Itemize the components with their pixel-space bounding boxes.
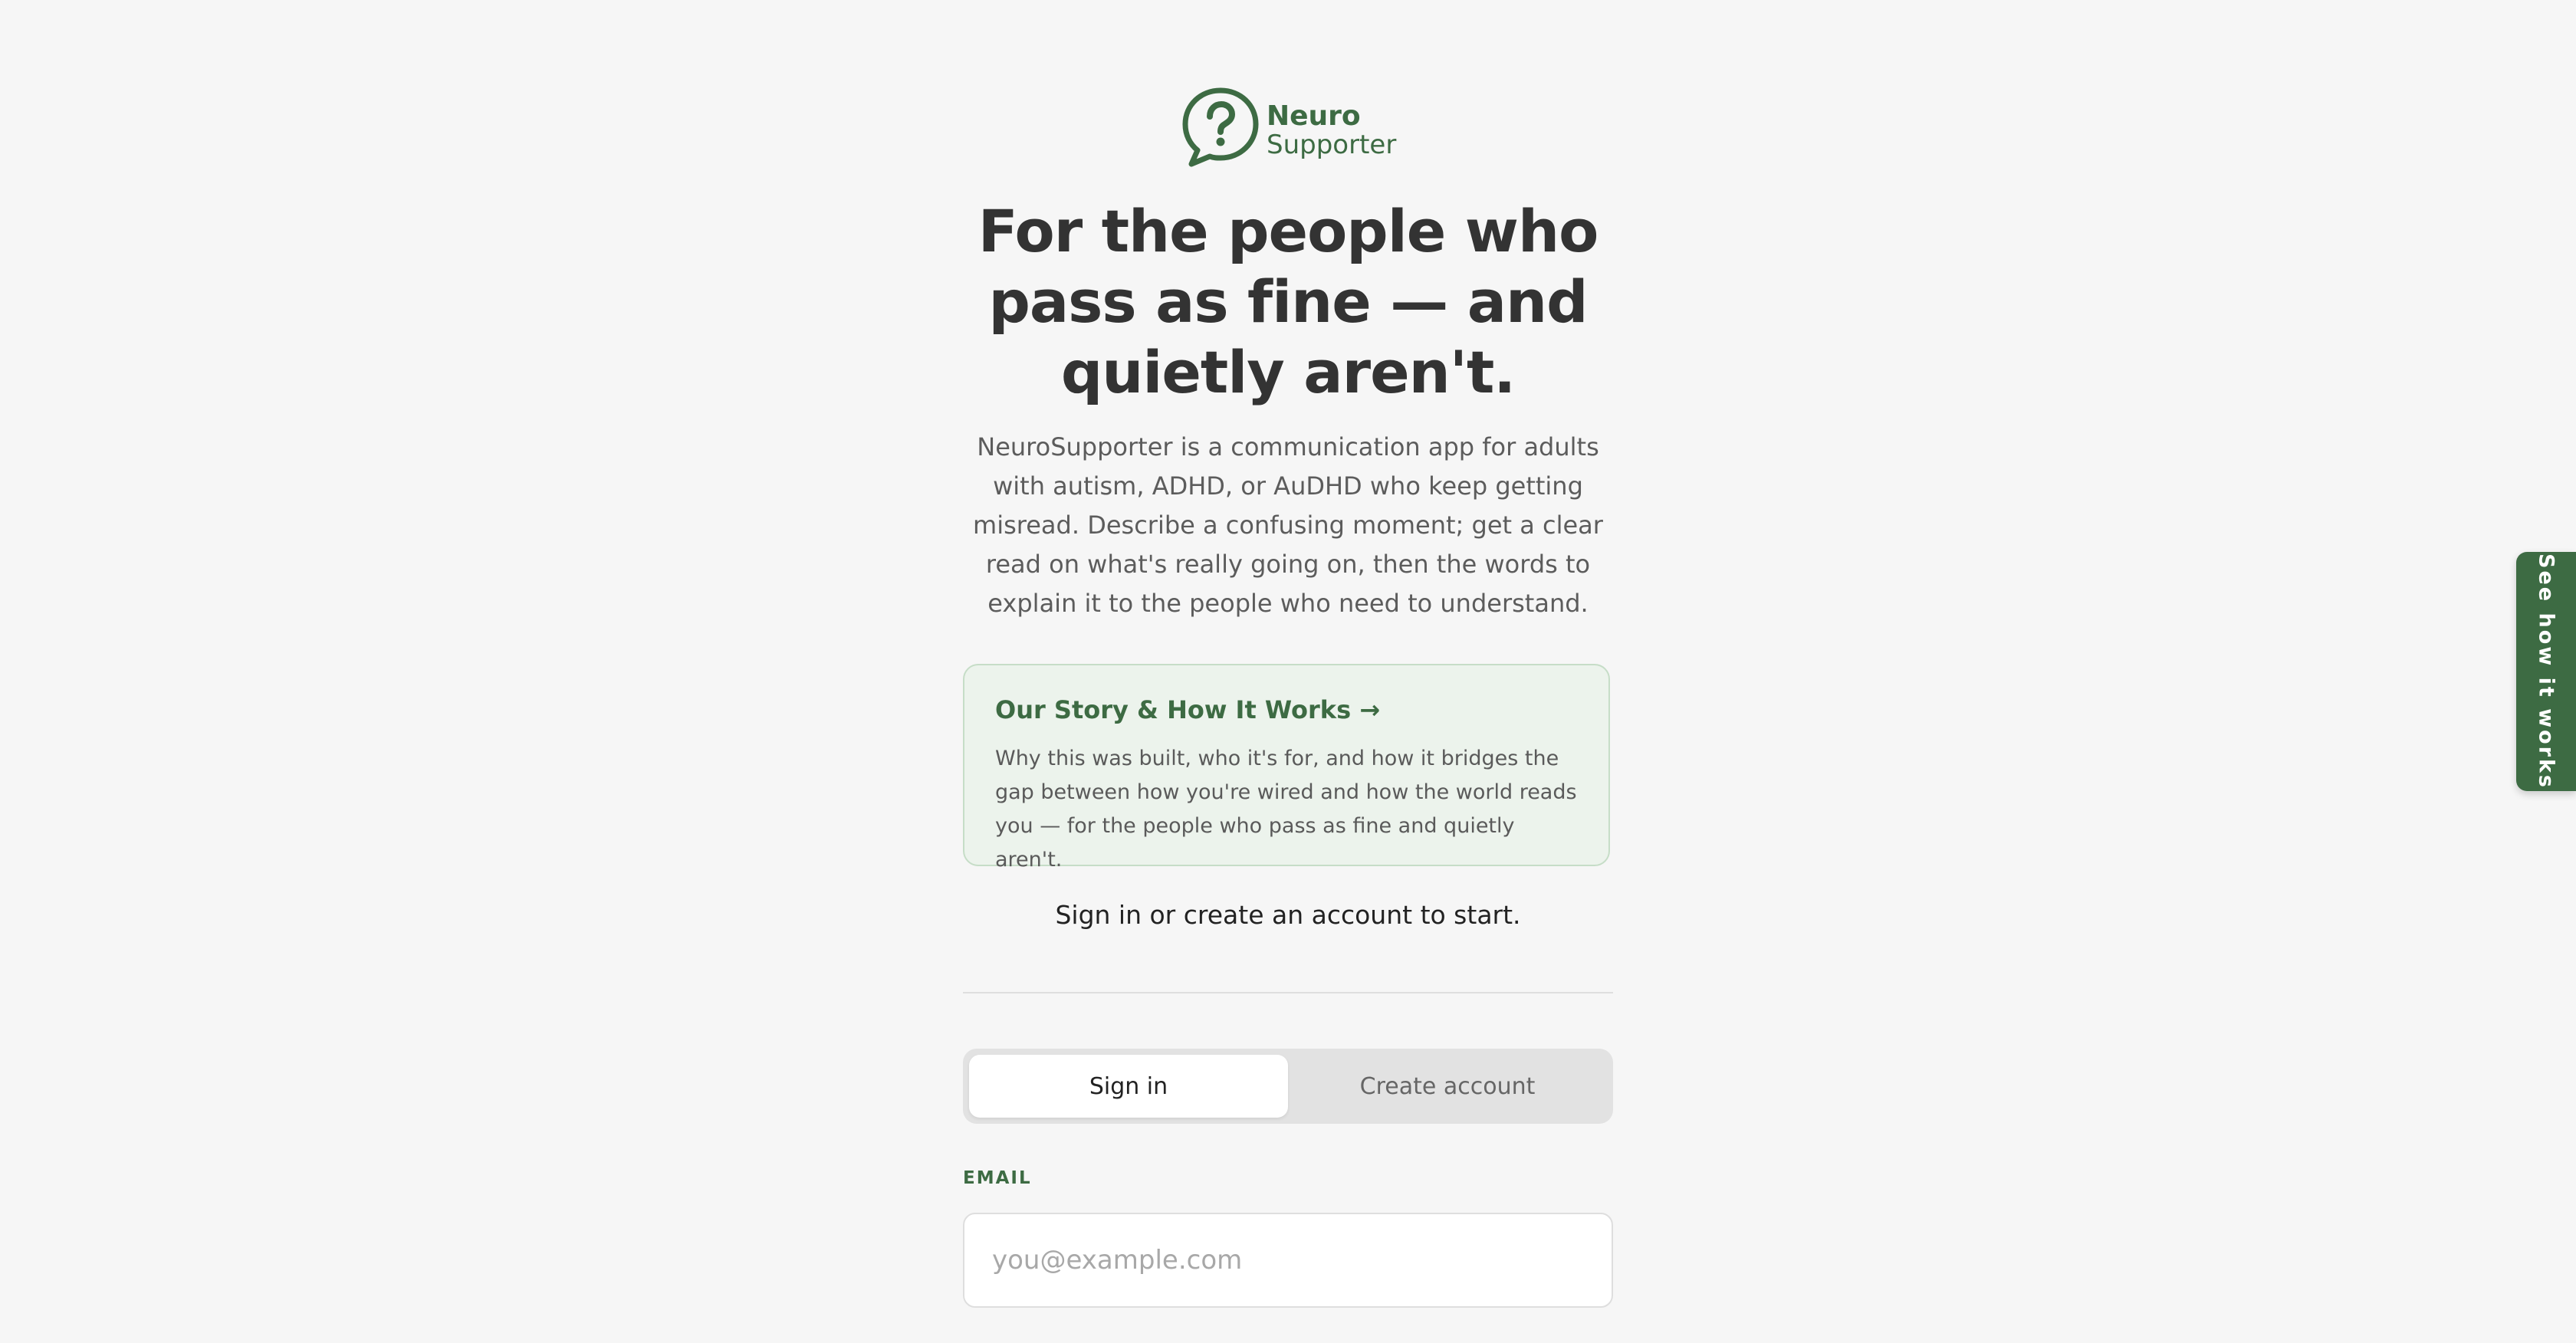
section-divider xyxy=(963,992,1613,993)
email-label: EMAIL xyxy=(963,1168,1032,1188)
our-story-description: Why this was built, who it's for, and ho… xyxy=(995,747,1577,872)
signin-prompt: Sign in or create an account to start. xyxy=(1055,900,1521,930)
auth-mode-toggle: Sign in Create account xyxy=(963,1049,1613,1124)
question-speech-bubble-icon xyxy=(1182,87,1259,167)
email-field[interactable] xyxy=(963,1213,1613,1308)
brand-logo[interactable]: Neuro Supporter xyxy=(1181,86,1403,170)
see-how-it-works-label: See how it works xyxy=(2534,553,2558,790)
brand-name-line1: Neuro xyxy=(1267,100,1361,132)
tab-create-account[interactable]: Create account xyxy=(1288,1055,1607,1118)
brand-wordmark: Neuro Supporter xyxy=(1267,100,1397,160)
tab-sign-in[interactable]: Sign in xyxy=(969,1055,1288,1118)
hero-headline: For the people who pass as fine — and qu… xyxy=(978,197,1599,406)
hero-description: NeuroSupporter is a communication app fo… xyxy=(973,432,1603,618)
our-story-card[interactable]: Our Story & How It Works → Why this was … xyxy=(963,664,1610,872)
our-story-link[interactable]: Our Story & How It Works → xyxy=(995,694,1578,725)
brand-name-line2: Supporter xyxy=(1267,130,1397,160)
see-how-it-works-tab[interactable]: See how it works xyxy=(2516,552,2576,791)
landing-page: Neuro Supporter For the people who pass … xyxy=(0,0,2576,1343)
